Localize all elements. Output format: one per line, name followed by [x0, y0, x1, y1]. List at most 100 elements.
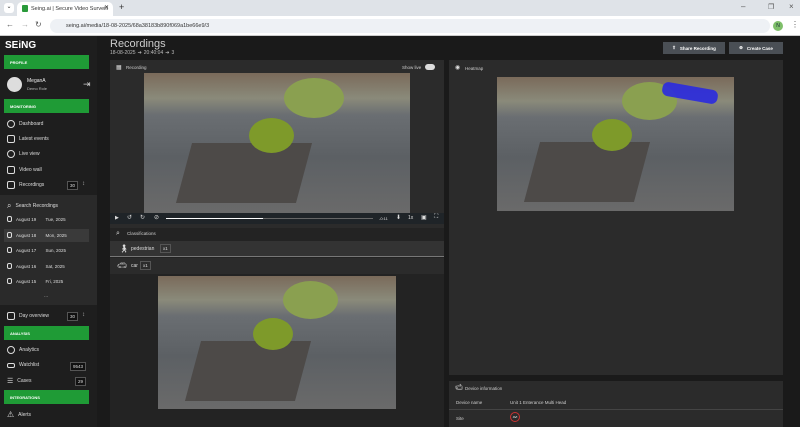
mute-icon[interactable]: ⊘ [154, 214, 159, 221]
time-remaining: -0:11 [379, 216, 388, 221]
search-icon: ⌕ [116, 230, 120, 237]
reload-icon[interactable]: ↻ [35, 20, 42, 29]
heatmap-icon: ◉ [455, 65, 461, 71]
nav-alerts[interactable]: ⚠ Alerts [7, 410, 31, 419]
nav-latest-events[interactable]: Latest events [7, 135, 49, 143]
download-icon[interactable]: ⬇ [396, 214, 401, 221]
window-close-button[interactable]: × [789, 2, 794, 11]
new-tab-button[interactable]: + [119, 2, 124, 12]
recordings-submenu: ⌕ Search Recordings August 19 Tue, 2025 A… [0, 195, 97, 305]
show-live-toggle[interactable] [425, 64, 435, 70]
stepper-icon[interactable]: ↕ [82, 312, 85, 318]
timer-icon [7, 346, 15, 354]
calendar-icon [7, 181, 15, 189]
restore-button[interactable]: ❐ [768, 3, 774, 11]
classification-row-pedestrian[interactable]: 🚶︎ pedestrian x1 [110, 241, 444, 257]
share-recording-button[interactable]: ⇪ Share Recording [663, 42, 725, 54]
date-item[interactable]: August 15 Fri, 2025 [7, 278, 63, 284]
show-live-label: Show live [402, 65, 422, 70]
glasses-icon [7, 362, 15, 368]
date-item[interactable]: August 17 Sun, 2025 [7, 247, 66, 253]
minimize-button[interactable]: – [741, 2, 745, 11]
nav-day-overview[interactable]: Day overview [7, 312, 49, 320]
sidebar-lower: Day overview 30 ↕ ANALYSIS Analytics Wat… [0, 305, 97, 427]
back-icon[interactable]: ← [6, 20, 14, 29]
breadcrumb-date[interactable]: 18-08-2025 [110, 50, 136, 56]
profile-section-header[interactable]: PROFILE [4, 55, 89, 69]
plus-circle-icon: ⊕ [739, 45, 743, 50]
favicon-icon [22, 5, 28, 12]
more-dates-button[interactable]: ... [44, 293, 48, 299]
nav-cases[interactable]: ☰ Cases [7, 377, 31, 385]
analysis-section-header[interactable]: ANALYSIS [4, 326, 89, 340]
nav-label: Cases [17, 378, 32, 384]
day-overview-count[interactable]: 30 [67, 312, 79, 321]
recording-video[interactable] [144, 73, 410, 213]
nav-watchlist[interactable]: Watchlist [7, 362, 39, 368]
nav-live-view[interactable]: Live view [7, 150, 40, 158]
heatmap-title: Heatmap [465, 66, 484, 71]
user-role: Demo Role [27, 86, 48, 91]
button-label: Create Case [746, 45, 773, 51]
seek-bar[interactable] [166, 218, 373, 219]
tab-list-button[interactable]: ⌄ [4, 3, 14, 13]
logout-icon[interactable]: ⇥ [83, 79, 91, 90]
create-case-button[interactable]: ⊕ Create Case [729, 42, 783, 54]
rewind-icon[interactable]: ↺ [127, 214, 132, 221]
search-icon: ⌕ [7, 201, 12, 210]
list-icon: ☰ [7, 378, 14, 385]
classification-row-car[interactable]: 🚗︎ car x1 [110, 258, 444, 274]
url-field[interactable]: seing.ai/media/18-08-2025/68a38183b890f0… [50, 19, 770, 33]
site-key: Site [456, 416, 464, 421]
nav-video-wall[interactable]: Video wall [7, 166, 42, 174]
play-icon[interactable]: ▶ [115, 215, 119, 221]
tab-close-icon[interactable]: ✕ [104, 4, 109, 11]
nav-label: Live view [19, 151, 40, 157]
classifications-title: Classifications [127, 231, 156, 236]
classification-label: pedestrian [131, 246, 155, 252]
nav-dashboard[interactable]: Dashboard [7, 120, 43, 128]
breadcrumb-index: 3 [171, 50, 175, 56]
cases-count: 29 [75, 377, 87, 386]
browser-tab[interactable]: Seing.ai | Secure Video Surveill [17, 2, 113, 16]
nav-label: Dashboard [19, 121, 44, 127]
date-label: August 16 [16, 263, 37, 269]
search-recordings[interactable]: ⌕ Search Recordings [7, 201, 58, 211]
device-name-key: Device name [456, 400, 483, 405]
pedestrian-icon: 🚶︎ [119, 244, 130, 253]
grid-icon [7, 166, 15, 174]
warning-icon: ⚠ [7, 410, 15, 419]
forward-icon[interactable]: ↻ [140, 214, 145, 221]
breadcrumb: 18-08-2025 ➔ 20:40:04 ➔ 3 [110, 50, 174, 56]
car-detection-image[interactable] [158, 276, 396, 409]
date-item-selected[interactable]: August 18 Mon, 2025 [7, 232, 67, 238]
breadcrumb-time[interactable]: 20:40:04 [144, 50, 163, 56]
user-name: MeganA [27, 78, 46, 84]
recordings-count[interactable]: 30 [67, 181, 79, 190]
nav-analytics[interactable]: Analytics [7, 346, 39, 354]
nav-label: Latest events [19, 136, 49, 142]
pip-icon[interactable]: ▣ [421, 214, 427, 221]
nav-label: Watchlist [19, 362, 40, 368]
nav-label: Search Recordings [15, 203, 59, 209]
profile-avatar[interactable]: N [773, 21, 783, 31]
monitoring-section-header[interactable]: MONITORING [4, 99, 89, 113]
nav-label: Alerts [18, 411, 31, 418]
day-label: Fri, 2025 [45, 278, 64, 284]
heatmap-image [497, 77, 734, 211]
seing-logo: SEiNG [5, 40, 37, 51]
day-label: Mon, 2025 [45, 232, 67, 238]
classification-count: x1 [140, 261, 151, 270]
fullscreen-icon[interactable]: ⛶ [434, 214, 438, 221]
calendar-icon [7, 232, 12, 238]
integrations-section-header[interactable]: INTEGRATIONS [4, 390, 89, 404]
nav-recordings[interactable]: Recordings [7, 181, 44, 189]
stepper-icon[interactable]: ↕ [82, 181, 85, 187]
menu-icon[interactable]: ⋮ [791, 20, 799, 29]
playback-speed[interactable]: 1x [408, 215, 413, 221]
date-item[interactable]: August 19 Tue, 2025 [7, 216, 66, 222]
date-label: August 15 [16, 278, 37, 284]
site-logo: AVI [510, 412, 520, 422]
forward-icon[interactable]: → [21, 20, 29, 29]
date-item[interactable]: August 16 Sat, 2025 [7, 263, 65, 269]
